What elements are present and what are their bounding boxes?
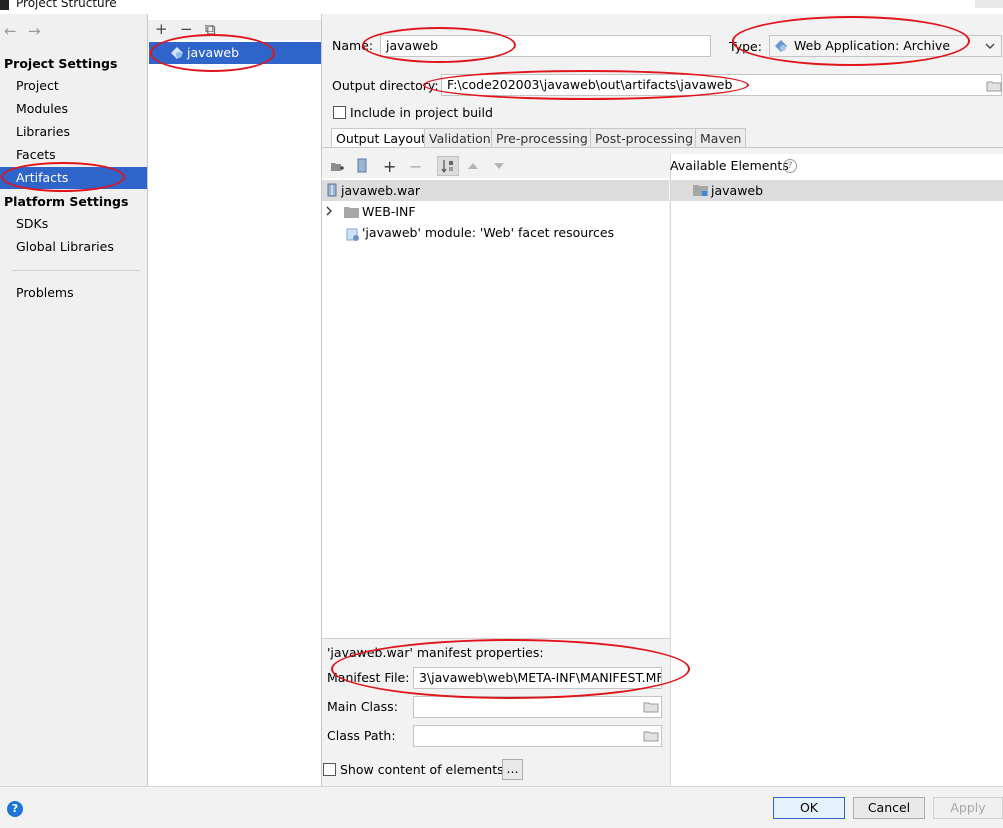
add-icon[interactable]: + bbox=[155, 21, 168, 37]
create-directory-icon[interactable] bbox=[330, 160, 344, 173]
ok-button[interactable]: OK bbox=[773, 797, 845, 819]
tab-maven[interactable]: Maven bbox=[695, 128, 747, 148]
output-directory-label: Output directory: bbox=[332, 78, 439, 93]
web-resource-icon bbox=[346, 228, 359, 241]
output-directory-input[interactable]: F:\code202003\javaweb\out\artifacts\java… bbox=[441, 74, 1002, 96]
tab-divider bbox=[322, 147, 1003, 148]
web-archive-icon bbox=[775, 40, 787, 52]
back-arrow-icon[interactable]: ← bbox=[4, 22, 17, 40]
apply-button[interactable]: Apply bbox=[933, 797, 1003, 819]
type-label: Type: bbox=[729, 39, 762, 54]
include-in-build-checkbox[interactable] bbox=[333, 106, 346, 119]
name-input[interactable]: javaweb bbox=[380, 35, 711, 57]
manifest-file-label: Manifest File: bbox=[327, 670, 410, 685]
sidebar-divider bbox=[12, 270, 140, 271]
remove-icon[interactable]: − bbox=[180, 21, 193, 37]
window-title: Project Structure bbox=[16, 0, 117, 10]
tab-post-processing[interactable]: Post-processing bbox=[590, 128, 699, 148]
type-value: Web Application: Archive bbox=[794, 38, 951, 53]
title-bar bbox=[0, 0, 1003, 14]
move-up-icon[interactable] bbox=[467, 162, 479, 170]
tree-item-web-inf[interactable]: WEB-INF bbox=[362, 204, 416, 219]
sidebar-item-sdks[interactable]: SDKs bbox=[0, 213, 147, 235]
name-label: Name: bbox=[332, 38, 374, 53]
chevron-down-icon[interactable] bbox=[985, 42, 995, 50]
sidebar-item-problems[interactable]: Problems bbox=[0, 282, 147, 304]
sidebar-item-global-libraries[interactable]: Global Libraries bbox=[0, 236, 147, 258]
tree-item-facet-resources[interactable]: 'javaweb' module: 'Web' facet resources bbox=[362, 225, 614, 240]
sidebar-item-project[interactable]: Project bbox=[0, 75, 147, 97]
tab-output-layout[interactable]: Output Layout bbox=[331, 128, 431, 148]
platform-settings-header: Platform Settings bbox=[4, 194, 129, 209]
help-button-icon[interactable]: ? bbox=[7, 801, 23, 817]
web-artifact-icon bbox=[171, 47, 183, 59]
artifact-list-toolbar bbox=[148, 20, 321, 40]
show-content-label: Show content of elements bbox=[340, 762, 504, 777]
sidebar-item-libraries[interactable]: Libraries bbox=[0, 121, 147, 143]
add-archive-icon[interactable] bbox=[357, 158, 367, 173]
available-elements-header: Available Elements bbox=[670, 158, 789, 173]
tab-validation[interactable]: Validation bbox=[424, 128, 496, 148]
browse-folder-icon[interactable] bbox=[986, 80, 1002, 92]
tab-pre-processing[interactable]: Pre-processing bbox=[491, 128, 593, 148]
archive-icon bbox=[327, 183, 337, 197]
show-content-options-button[interactable]: ... bbox=[502, 759, 523, 780]
close-button[interactable] bbox=[975, 0, 1003, 8]
manifest-header: 'javaweb.war' manifest properties: bbox=[327, 645, 544, 660]
sidebar-item-facets[interactable]: Facets bbox=[0, 144, 147, 166]
show-content-checkbox[interactable] bbox=[323, 763, 336, 776]
artifact-list-panel bbox=[148, 14, 322, 786]
cancel-button[interactable]: Cancel bbox=[853, 797, 925, 819]
artifact-name: javaweb bbox=[187, 45, 240, 60]
type-select[interactable]: Web Application: Archive bbox=[769, 35, 1002, 57]
available-elements-pane bbox=[670, 154, 1003, 786]
expand-arrow-icon[interactable] bbox=[325, 206, 333, 216]
sidebar-item-artifacts[interactable]: Artifacts bbox=[0, 167, 147, 189]
main-class-input[interactable] bbox=[413, 696, 662, 718]
available-item-javaweb[interactable]: javaweb bbox=[711, 183, 763, 198]
help-icon[interactable]: ? bbox=[783, 159, 797, 173]
tree-item-war[interactable]: javaweb.war bbox=[341, 183, 420, 198]
class-path-input[interactable] bbox=[413, 725, 662, 747]
folder-icon bbox=[344, 207, 359, 218]
add-element-icon[interactable]: + bbox=[383, 157, 396, 176]
move-down-icon[interactable] bbox=[493, 162, 505, 170]
module-icon bbox=[693, 185, 708, 196]
include-in-build-label: Include in project build bbox=[350, 105, 493, 120]
manifest-file-input[interactable]: 3\javaweb\web\META-INF\MANIFEST.MF bbox=[413, 667, 662, 689]
project-settings-header: Project Settings bbox=[4, 56, 118, 71]
app-icon bbox=[0, 0, 9, 10]
remove-element-icon[interactable]: − bbox=[409, 157, 422, 176]
class-path-label: Class Path: bbox=[327, 728, 396, 743]
sidebar-item-modules[interactable]: Modules bbox=[0, 98, 147, 120]
forward-arrow-icon[interactable]: → bbox=[28, 22, 41, 40]
browse-main-class-icon[interactable] bbox=[643, 701, 659, 713]
sort-alpha-icon bbox=[441, 160, 453, 173]
browse-class-path-icon[interactable] bbox=[643, 730, 659, 742]
copy-icon[interactable]: ⧉ bbox=[205, 21, 216, 37]
main-class-label: Main Class: bbox=[327, 699, 398, 714]
